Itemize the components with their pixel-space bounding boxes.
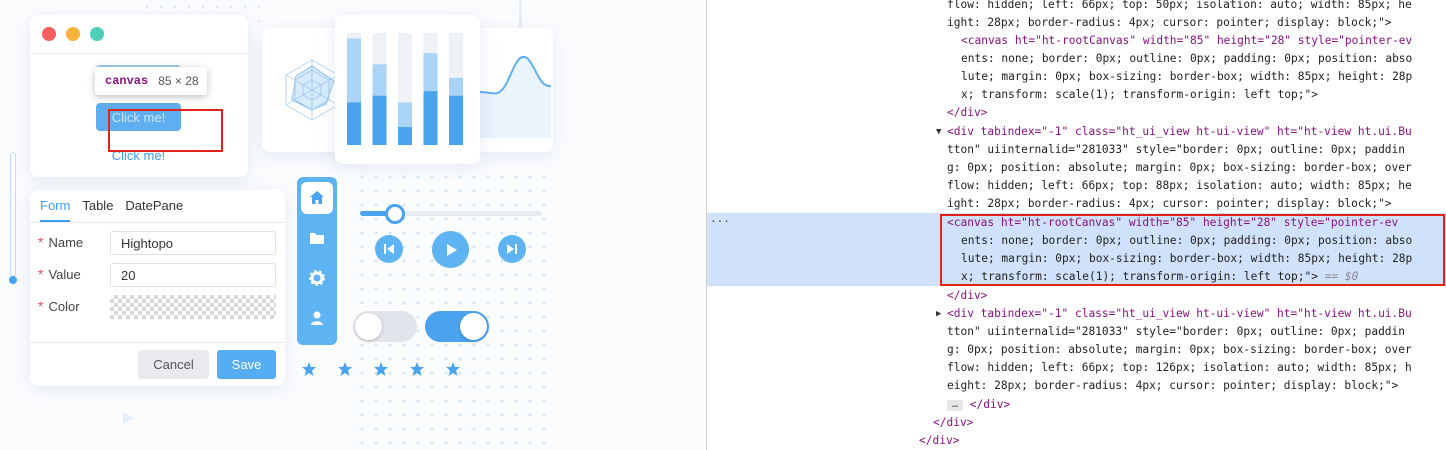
form-tabs: Form Table DatePane	[40, 198, 183, 222]
dom-line: flow: hidden; left: 66px; top: 88px; iso…	[947, 179, 1412, 192]
name-field[interactable]: Hightopo	[110, 231, 276, 255]
window-close-dot[interactable]	[42, 27, 56, 41]
star-icon[interactable]	[445, 361, 461, 377]
inspector-tooltip: canvas 85 × 28	[95, 67, 207, 95]
collapsed-children-ellipsis[interactable]: …	[947, 399, 963, 411]
dom-line: eight: 28px; border-radius: 4px; cursor:…	[947, 379, 1399, 392]
toggle-knob	[355, 313, 382, 340]
required-marker: *	[38, 266, 44, 282]
wave-chart-icon	[479, 55, 552, 138]
folder-icon	[310, 233, 324, 244]
ui-showcase: Click me! Click me! canvas 85 × 28 Form …	[0, 0, 706, 450]
vertical-slider-track[interactable]	[10, 152, 16, 277]
dom-line: g: 0px; position: absolute; margin: 0px;…	[947, 343, 1412, 356]
next-button[interactable]	[498, 235, 526, 263]
field-label-color: Color	[48, 298, 80, 314]
cancel-button[interactable]: Cancel	[138, 350, 209, 379]
form-row-name: * Name	[38, 234, 112, 250]
window-maximize-dot[interactable]	[90, 27, 104, 41]
dom-line: tton" uiinternalid="281033" style="borde…	[947, 325, 1406, 338]
vertical-slider-thumb[interactable]	[9, 276, 17, 284]
toggle-switch-on[interactable]	[425, 311, 489, 342]
bar-dark	[347, 102, 361, 145]
required-marker: *	[38, 298, 44, 314]
gear-icon	[309, 270, 325, 286]
bar-dark	[372, 95, 387, 145]
save-button[interactable]: Save	[217, 350, 276, 379]
tooltip-size: 85 × 28	[158, 74, 199, 88]
previous-button[interactable]	[375, 235, 403, 263]
horizontal-slider-thumb[interactable]	[385, 204, 405, 224]
star-icon[interactable]	[301, 361, 317, 377]
node-actions-marker[interactable]: ...	[710, 212, 730, 225]
field-label-value: Value	[48, 266, 81, 282]
field-label-name: Name	[48, 234, 84, 250]
dom-node-div[interactable]: <div tabindex="-1" class="ht_ui_view ht-…	[947, 305, 1412, 323]
dom-close-div[interactable]: </div>	[919, 432, 959, 450]
bar-dark	[449, 95, 463, 145]
color-picker-field[interactable]	[110, 295, 276, 319]
bar-chart-card	[335, 15, 480, 164]
dom-line: flow: hidden; left: 66px; top: 50px; iso…	[947, 0, 1412, 11]
dom-line: flow: hidden; left: 66px; top: 126px; is…	[947, 361, 1412, 374]
star-icon[interactable]	[337, 361, 353, 377]
devtools-elements-panel: ... flow: hidden; left: 66px; top: 50px;…	[706, 0, 1446, 450]
value-field[interactable]: 20	[110, 263, 276, 287]
bar-dark	[398, 127, 412, 145]
dom-line: ight: 28px; border-radius: 4px; cursor: …	[947, 16, 1392, 29]
user-icon	[311, 311, 323, 325]
nav-item-user[interactable]	[301, 302, 333, 334]
form-panel: Form Table DatePane * Name Hightopo * Va…	[30, 190, 285, 386]
dom-line: x; transform: scale(1); transform-origin…	[961, 88, 1318, 101]
wave-chart-card	[475, 28, 553, 152]
dom-line: ight: 28px; border-radius: 4px; cursor: …	[947, 197, 1392, 210]
tooltip-tag: canvas	[105, 74, 149, 88]
dom-line: ents: none; border: 0px; outline: 0px; p…	[961, 52, 1413, 65]
bar-dark	[423, 91, 438, 145]
tabs-divider	[30, 222, 285, 223]
nav-item-settings[interactable]	[301, 262, 333, 294]
button-demo-window: Click me! Click me!	[30, 15, 248, 177]
dom-close-div[interactable]: </div>	[947, 287, 987, 305]
nav-item-home[interactable]	[301, 182, 333, 214]
window-minimize-dot[interactable]	[66, 27, 80, 41]
inspector-highlight-box	[108, 109, 223, 152]
expand-toggle-icon[interactable]: ▼	[936, 127, 941, 137]
nav-item-folder[interactable]	[301, 222, 333, 254]
dom-close-div[interactable]: </div>	[947, 104, 987, 122]
form-row-color: * Color	[38, 298, 112, 314]
play-icon	[446, 243, 457, 256]
toggle-knob	[460, 313, 487, 340]
decor-line	[519, 0, 522, 28]
dom-line: tton" uiinternalid="281033" style="borde…	[947, 143, 1406, 156]
form-row-value: * Value	[38, 266, 112, 282]
star-icon[interactable]	[373, 361, 389, 377]
tab-datepane[interactable]: DatePane	[125, 198, 183, 222]
tab-form[interactable]: Form	[40, 198, 71, 222]
play-triangle-decor-icon	[123, 412, 134, 424]
home-icon	[310, 191, 324, 204]
title-separator	[30, 53, 248, 54]
star-icon[interactable]	[409, 361, 425, 377]
dom-line: g: 0px; position: absolute; margin: 0px;…	[947, 161, 1412, 174]
dom-line: lute; margin: 0px; box-sizing: border-bo…	[961, 70, 1413, 83]
dom-node-div[interactable]: <div tabindex="-1" class="ht_ui_view ht-…	[947, 123, 1412, 141]
dom-close-div[interactable]: </div>	[933, 414, 973, 432]
prev-icon	[384, 244, 394, 254]
bar-chart-icon	[347, 33, 463, 145]
collapse-toggle-icon[interactable]: ▶	[936, 309, 941, 319]
next-icon	[507, 244, 517, 254]
dom-node-canvas[interactable]: <canvas ht="ht-rootCanvas" width="85" he…	[961, 32, 1412, 50]
tab-table[interactable]: Table	[82, 198, 113, 222]
footer-divider	[30, 342, 285, 343]
play-button[interactable]	[432, 231, 469, 268]
required-marker: *	[38, 234, 44, 250]
dom-line: … </div>	[947, 396, 1010, 414]
side-navigation	[297, 177, 337, 345]
toggle-switch-off[interactable]	[353, 311, 417, 342]
selected-node-outline	[940, 214, 1445, 286]
